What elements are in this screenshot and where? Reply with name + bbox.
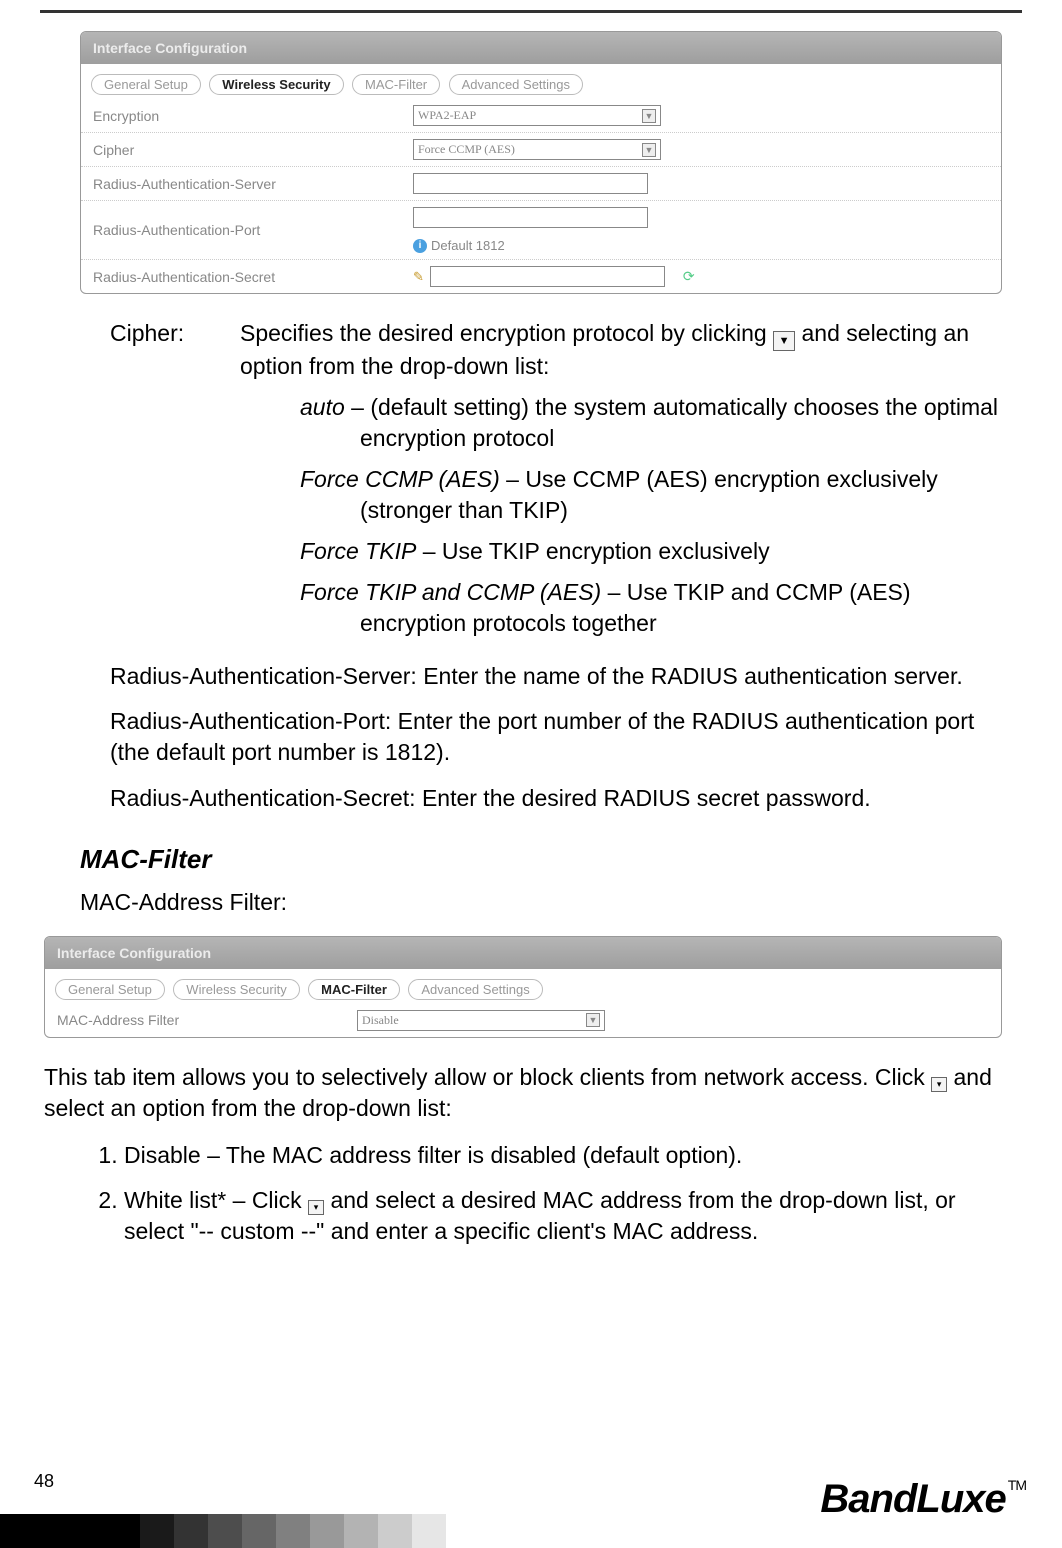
mac-filter-value: Disable xyxy=(362,1013,399,1028)
interface-config-panel-1: Interface Configuration General Setup Wi… xyxy=(80,31,1002,294)
tab-general-setup[interactable]: General Setup xyxy=(91,74,201,95)
cipher-desc-1: Specifies the desired encryption protoco… xyxy=(240,320,767,346)
dropdown-icon: ▼ xyxy=(773,331,795,351)
interface-config-panel-2: Interface Configuration General Setup Wi… xyxy=(44,936,1002,1038)
brand-name: BandLuxe xyxy=(820,1477,1005,1521)
tab2-advanced-settings[interactable]: Advanced Settings xyxy=(408,979,542,1000)
opt-auto-term: auto xyxy=(300,394,345,420)
body-content: Cipher: Specifies the desired encryption… xyxy=(80,318,1002,918)
radius-server-desc: Radius-Authentication-Server: Enter the … xyxy=(110,661,1002,692)
radius-port-hint-text: Default 1812 xyxy=(431,238,505,253)
opt-tkip-text: – Use TKIP encryption exclusively xyxy=(416,538,769,564)
mac-intro-a: This tab item allows you to selectively … xyxy=(44,1064,931,1090)
cipher-term: Cipher: xyxy=(110,318,240,649)
opt-tkip: Force TKIP – Use TKIP encryption exclusi… xyxy=(300,536,1002,567)
page-footer: BandLuxeTM xyxy=(0,1488,1062,1548)
after-panel-content: This tab item allows you to selectively … xyxy=(44,1062,1002,1247)
radius-port-hint: i Default 1812 xyxy=(413,238,505,253)
opt-whitelist: White list* – Click ▾ and select a desir… xyxy=(124,1185,962,1247)
tab-bar-2: General Setup Wireless Security MAC-Filt… xyxy=(45,969,1001,1004)
tab-bar: General Setup Wireless Security MAC-Filt… xyxy=(81,64,1001,99)
row-radius-port: Radius-Authentication-Port i Default 181… xyxy=(81,200,1001,259)
tab2-mac-filter[interactable]: MAC-Filter xyxy=(308,979,400,1000)
radius-port-desc: Radius-Authentication-Port: Enter the po… xyxy=(110,706,1002,768)
lock-icon: ✎ xyxy=(413,269,424,285)
label-cipher: Cipher xyxy=(93,142,413,158)
label-encryption: Encryption xyxy=(93,108,413,124)
trademark: TM xyxy=(1008,1477,1026,1493)
chevron-down-icon: ▼ xyxy=(586,1013,600,1027)
row-mac-filter: MAC-Address Filter Disable ▼ xyxy=(45,1004,1001,1037)
chevron-down-icon: ▼ xyxy=(642,109,656,123)
opt-ccmp-term: Force CCMP (AES) xyxy=(300,466,500,492)
opt-both: Force TKIP and CCMP (AES) – Use TKIP and… xyxy=(300,577,1002,639)
tab2-wireless-security[interactable]: Wireless Security xyxy=(173,979,299,1000)
panel2-title: Interface Configuration xyxy=(45,937,1001,969)
opt-both-term: Force TKIP and CCMP (AES) xyxy=(300,579,601,605)
chevron-down-icon: ▼ xyxy=(642,143,656,157)
radius-secret-input[interactable] xyxy=(430,266,665,287)
label-radius-server: Radius-Authentication-Server xyxy=(93,176,413,192)
mac-filter-options-list: Disable – The MAC address filter is disa… xyxy=(124,1140,962,1247)
tab-advanced-settings[interactable]: Advanced Settings xyxy=(449,74,583,95)
row-cipher: Cipher Force CCMP (AES) ▼ xyxy=(81,132,1001,166)
opt-auto-text: – (default setting) the system automatic… xyxy=(345,394,998,451)
brand-logo: BandLuxeTM xyxy=(820,1477,1026,1522)
mac-filter-heading: MAC-Filter xyxy=(80,842,1002,877)
radius-server-input[interactable] xyxy=(413,173,648,194)
mac-filter-intro: This tab item allows you to selectively … xyxy=(44,1062,1002,1124)
dropdown-icon: ▾ xyxy=(308,1200,324,1215)
panel-title: Interface Configuration xyxy=(81,32,1001,64)
info-icon: i xyxy=(413,239,427,253)
mac-filter-subheading: MAC-Address Filter: xyxy=(80,887,1002,918)
encryption-select[interactable]: WPA2-EAP ▼ xyxy=(413,105,661,126)
top-divider xyxy=(40,10,1022,13)
opt-whitelist-a: White list* – Click xyxy=(124,1187,308,1213)
cipher-select[interactable]: Force CCMP (AES) ▼ xyxy=(413,139,661,160)
dropdown-icon: ▾ xyxy=(931,1077,947,1092)
encryption-value: WPA2-EAP xyxy=(418,108,476,123)
label-radius-port: Radius-Authentication-Port xyxy=(93,222,413,238)
radius-secret-desc: Radius-Authentication-Secret: Enter the … xyxy=(110,783,1002,814)
row-radius-secret: Radius-Authentication-Secret ✎ ⟳ xyxy=(81,259,1001,293)
tab-wireless-security[interactable]: Wireless Security xyxy=(209,74,343,95)
row-encryption: Encryption WPA2-EAP ▼ xyxy=(81,99,1001,132)
opt-disable: Disable – The MAC address filter is disa… xyxy=(124,1140,962,1171)
label-radius-secret: Radius-Authentication-Secret xyxy=(93,269,413,285)
opt-tkip-term: Force TKIP xyxy=(300,538,416,564)
opt-auto: auto – (default setting) the system auto… xyxy=(300,392,1002,454)
label-mac-filter: MAC-Address Filter xyxy=(57,1012,357,1028)
tab-mac-filter[interactable]: MAC-Filter xyxy=(352,74,440,95)
radius-port-input[interactable] xyxy=(413,207,648,228)
cipher-value: Force CCMP (AES) xyxy=(418,142,515,157)
tab2-general-setup[interactable]: General Setup xyxy=(55,979,165,1000)
row-radius-server: Radius-Authentication-Server xyxy=(81,166,1001,200)
refresh-icon[interactable]: ⟳ xyxy=(683,268,695,285)
opt-ccmp: Force CCMP (AES) – Use CCMP (AES) encryp… xyxy=(300,464,1002,526)
mac-filter-select[interactable]: Disable ▼ xyxy=(357,1010,605,1031)
